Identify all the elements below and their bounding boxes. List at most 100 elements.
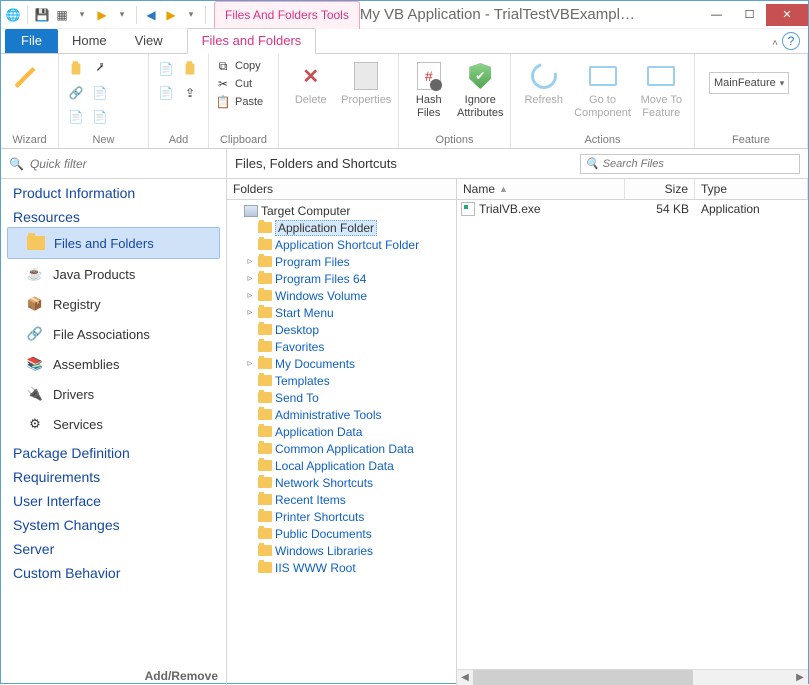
wizard-button[interactable] (7, 58, 52, 92)
nav-user-interface[interactable]: User Interface (1, 487, 226, 511)
add-files-button[interactable]: 📄 (155, 58, 177, 80)
folder-icon (258, 494, 272, 505)
nav-forward-icon[interactable]: ▶ (163, 7, 179, 23)
add-remove-link[interactable]: Add/Remove (145, 669, 218, 683)
tree-node[interactable]: Application Shortcut Folder (231, 236, 456, 253)
file-row[interactable]: TrialVB.exe54 KBApplication (457, 200, 808, 218)
new-folder-button[interactable] (65, 58, 87, 80)
tree-node[interactable]: Local Application Data (231, 457, 456, 474)
col-type[interactable]: Type (695, 179, 808, 199)
tree-node[interactable]: Printer Shortcuts (231, 508, 456, 525)
nav-product-information[interactable]: Product Information (1, 179, 226, 203)
scroll-left-icon[interactable]: ◀ (457, 670, 473, 685)
new-ini-button[interactable]: 📄 (89, 82, 111, 104)
nav-item-file-associations[interactable]: 🔗File Associations (1, 319, 226, 349)
minimize-button[interactable]: — (700, 4, 733, 26)
nav-item-assemblies[interactable]: 📚Assemblies (1, 349, 226, 379)
paste-button[interactable]: 📋Paste (215, 94, 263, 110)
tree-node[interactable]: ▹Windows Volume (231, 287, 456, 304)
tree-node[interactable]: ▹Start Menu (231, 304, 456, 321)
nav-item-files-and-folders[interactable]: Files and Folders (7, 227, 220, 259)
nav-item-java-products[interactable]: ☕Java Products (1, 259, 226, 289)
run-dropdown-icon[interactable]: ▾ (114, 7, 130, 23)
run-icon[interactable]: ▶ (94, 7, 110, 23)
tree-node[interactable]: Windows Libraries (231, 542, 456, 559)
tree-node[interactable]: Send To (231, 389, 456, 406)
help-button[interactable]: ? (782, 32, 800, 50)
feature-combo[interactable]: MainFeature ▾ (709, 72, 789, 94)
nav-custom-behavior[interactable]: Custom Behavior (1, 559, 226, 583)
tree-node[interactable]: Application Data (231, 423, 456, 440)
properties-button[interactable]: Properties (341, 58, 393, 107)
grid-icon[interactable]: ▦ (54, 7, 70, 23)
nav-item-registry[interactable]: 📦Registry (1, 289, 226, 319)
col-name[interactable]: Name▲ (457, 179, 625, 199)
contextual-tool-tab[interactable]: Files And Folders Tools (214, 1, 360, 29)
go-to-component-button[interactable]: Go to Component (575, 58, 631, 119)
copy-icon: ⧉ (215, 58, 231, 74)
search-files-input[interactable] (603, 158, 795, 170)
qat-dropdown-icon[interactable]: ▾ (74, 7, 90, 23)
scroll-thumb[interactable] (473, 670, 693, 685)
window-title: My VB Application - TrialTestVBExample.a… (360, 6, 700, 23)
tab-file[interactable]: File (5, 29, 58, 53)
move-to-feature-button[interactable]: Move To Feature (635, 58, 689, 119)
close-button[interactable]: ✕ (766, 4, 808, 26)
hash-files-button[interactable]: #Hash Files (405, 58, 453, 119)
tree-node[interactable]: ▹My Documents (231, 355, 456, 372)
expander-icon[interactable]: ▹ (245, 358, 255, 369)
search-files[interactable]: 🔍 (580, 154, 800, 174)
refresh-button[interactable]: Refresh (517, 58, 571, 107)
nav-item-drivers[interactable]: 🔌Drivers (1, 379, 226, 409)
save-icon[interactable]: 💾 (34, 7, 50, 23)
expander-icon[interactable]: ▹ (245, 290, 255, 301)
col-size[interactable]: Size (625, 179, 695, 199)
add-folder-button[interactable] (179, 58, 201, 80)
expander-icon[interactable]: ▹ (245, 273, 255, 284)
cut-button[interactable]: ✂Cut (215, 76, 263, 92)
tree-node[interactable]: Favorites (231, 338, 456, 355)
quick-filter-input[interactable] (30, 157, 218, 171)
nav-item-services[interactable]: ⚙Services (1, 409, 226, 439)
maximize-button[interactable]: ☐ (733, 4, 766, 26)
tree-node[interactable]: Application Folder (231, 219, 456, 236)
tree-node-label: Recent Items (275, 493, 346, 507)
tree-node[interactable]: ▹Program Files (231, 253, 456, 270)
nav-resources[interactable]: Resources (1, 203, 226, 227)
new-url-button[interactable]: 🔗 (65, 82, 87, 104)
computer-icon (244, 205, 258, 217)
tab-home[interactable]: Home (58, 29, 121, 53)
add-import-button[interactable]: ⇪ (179, 82, 201, 104)
delete-button[interactable]: ✕Delete (285, 58, 337, 107)
tree-node[interactable]: Public Documents (231, 525, 456, 542)
scroll-right-icon[interactable]: ▶ (792, 670, 808, 685)
tree-node[interactable]: Templates (231, 372, 456, 389)
tab-files-and-folders[interactable]: Files and Folders (187, 28, 317, 54)
tab-view[interactable]: View (121, 29, 177, 53)
horizontal-scrollbar[interactable]: ◀ ▶ (457, 669, 808, 685)
quick-filter[interactable]: 🔍 (1, 149, 227, 178)
copy-button[interactable]: ⧉Copy (215, 58, 263, 74)
ignore-attributes-button[interactable]: ✔Ignore Attributes (457, 58, 505, 119)
ribbon-collapse-icon[interactable]: ˄ (772, 38, 778, 49)
nav-back-icon[interactable]: ◀ (143, 7, 159, 23)
tree-node[interactable]: Recent Items (231, 491, 456, 508)
nav-requirements[interactable]: Requirements (1, 463, 226, 487)
tree-node[interactable]: Network Shortcuts (231, 474, 456, 491)
nav-package-definition[interactable]: Package Definition (1, 439, 226, 463)
new-xml-button[interactable]: 📄 (65, 106, 87, 128)
nav-system-changes[interactable]: System Changes (1, 511, 226, 535)
nav-dropdown-icon[interactable]: ▾ (183, 7, 199, 23)
new-text-button[interactable]: 📄 (89, 106, 111, 128)
add-temp-button[interactable]: 📄 (155, 82, 177, 104)
tree-node[interactable]: ▹Program Files 64 (231, 270, 456, 287)
tree-node[interactable]: Desktop (231, 321, 456, 338)
tree-node[interactable]: IIS WWW Root (231, 559, 456, 576)
new-shortcut-button[interactable]: ⭷ (89, 58, 111, 80)
expander-icon[interactable]: ▹ (245, 307, 255, 318)
nav-server[interactable]: Server (1, 535, 226, 559)
tree-root[interactable]: Target Computer (231, 202, 456, 219)
tree-node[interactable]: Common Application Data (231, 440, 456, 457)
expander-icon[interactable]: ▹ (245, 256, 255, 267)
tree-node[interactable]: Administrative Tools (231, 406, 456, 423)
